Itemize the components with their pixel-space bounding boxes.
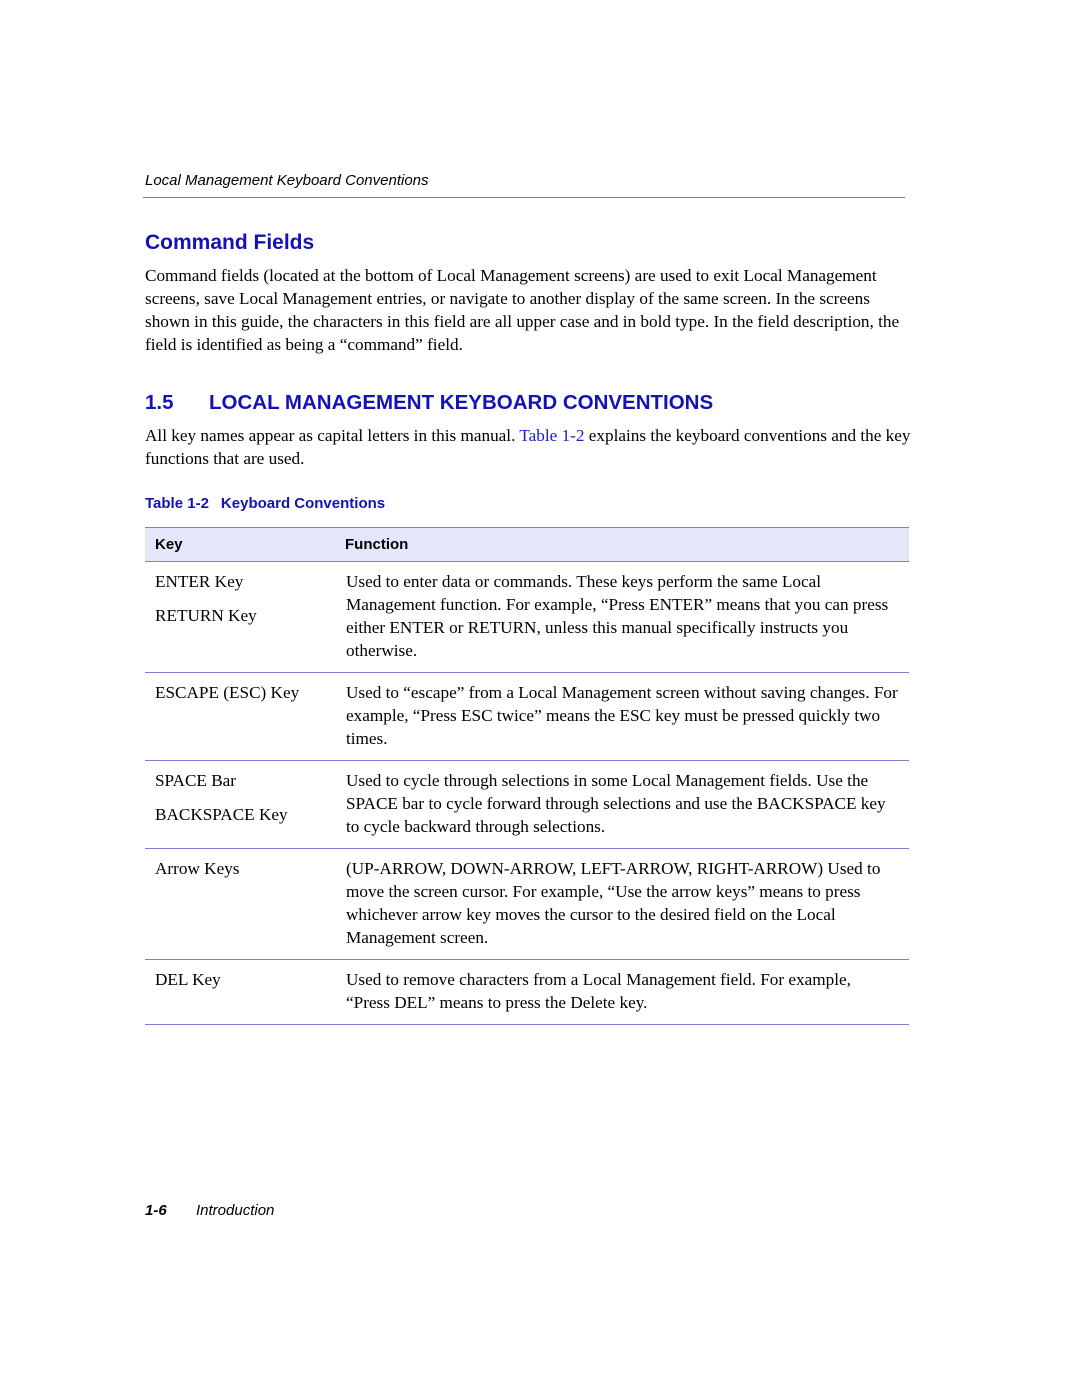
header-rule	[143, 197, 905, 198]
function-cell: Used to cycle through selections in some…	[335, 760, 909, 849]
table-header-row: Key Function	[145, 527, 909, 562]
key-name: Arrow Keys	[155, 859, 240, 878]
table-caption-title: Keyboard Conventions	[220, 495, 386, 512]
key-cell: SPACE Bar BACKSPACE Key	[145, 760, 335, 849]
key-name: SPACE Bar	[155, 771, 237, 790]
document-page: Local Management Keyboard Conventions Co…	[0, 0, 1080, 1397]
key-name: ESCAPE (ESC) Key	[155, 683, 300, 702]
page-footer: 1-6 Introduction	[145, 1202, 274, 1219]
command-fields-paragraph: Command fields (located at the bottom of…	[145, 266, 900, 354]
key-name: BACKSPACE Key	[155, 805, 288, 824]
table-caption: Table 1-2 Keyboard Conventions	[145, 495, 385, 512]
command-fields-heading: Command Fields	[145, 231, 315, 254]
key-cell: DEL Key	[145, 959, 335, 1025]
section-title: LOCAL MANAGEMENT KEYBOARD CONVENTIONS	[209, 391, 714, 414]
table-cross-reference-link[interactable]: Table 1-2	[519, 426, 584, 445]
keyboard-conventions-table: Key Function ENTER Key RETURN Key Used t…	[145, 527, 909, 1025]
key-cell: Arrow Keys	[145, 848, 335, 960]
key-name: RETURN Key	[155, 606, 257, 625]
function-cell: Used to remove characters from a Local M…	[335, 959, 909, 1025]
running-header: Local Management Keyboard Conventions	[145, 172, 429, 189]
function-cell: Used to “escape” from a Local Management…	[335, 672, 909, 761]
intro-text-before: All key names appear as capital letters …	[145, 426, 520, 445]
section-number: 1.5	[145, 391, 174, 414]
table-row: ENTER Key RETURN Key Used to enter data …	[145, 561, 909, 673]
function-cell: (UP-ARROW, DOWN-ARROW, LEFT-ARROW, RIGHT…	[335, 848, 909, 960]
column-header-function: Function	[335, 527, 909, 562]
page-number: 1-6	[145, 1202, 167, 1219]
table-caption-label: Table 1-2	[145, 495, 209, 512]
table-row: ESCAPE (ESC) Key Used to “escape” from a…	[145, 672, 909, 761]
key-name: ENTER Key	[155, 572, 244, 591]
table-row: DEL Key Used to remove characters from a…	[145, 959, 909, 1025]
table-row: Arrow Keys (UP-ARROW, DOWN-ARROW, LEFT-A…	[145, 848, 909, 960]
keyboard-intro-paragraph: All key names appear as capital letters …	[145, 424, 915, 470]
key-cell: ENTER Key RETURN Key	[145, 561, 335, 673]
table-row: SPACE Bar BACKSPACE Key Used to cycle th…	[145, 760, 909, 849]
function-cell: Used to enter data or commands. These ke…	[335, 561, 909, 673]
section-heading: 1.5 LOCAL MANAGEMENT KEYBOARD CONVENTIONS	[145, 391, 713, 415]
column-header-key: Key	[145, 527, 335, 562]
chapter-title: Introduction	[196, 1202, 275, 1219]
key-name: DEL Key	[155, 970, 221, 989]
key-cell: ESCAPE (ESC) Key	[145, 672, 335, 761]
